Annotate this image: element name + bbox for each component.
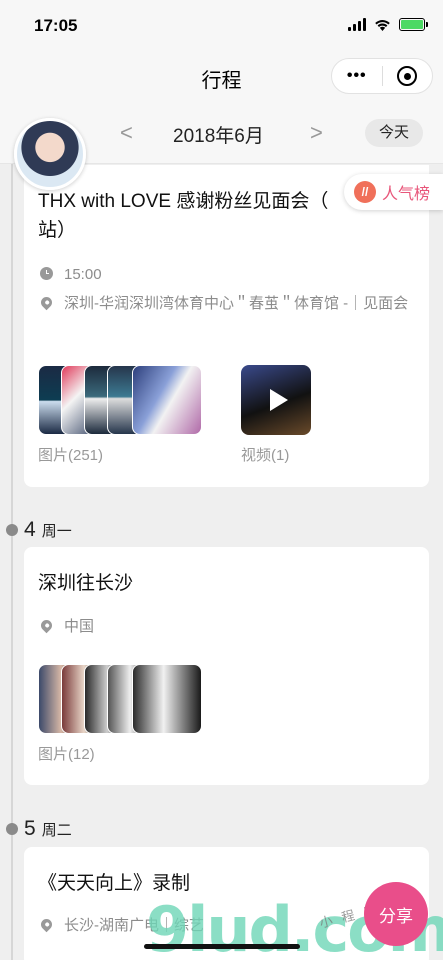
popularity-ranking-tab[interactable]: // 人气榜 <box>344 174 443 210</box>
home-indicator <box>144 944 300 949</box>
timeline-dot <box>6 524 18 536</box>
current-month: 2018年6月 <box>173 126 264 147</box>
location-pin-icon <box>38 617 54 634</box>
photo-thumbnail <box>132 365 202 435</box>
share-button[interactable]: 分享 <box>364 882 428 946</box>
more-menu-button[interactable]: ••• <box>332 67 382 85</box>
event-location: 深圳-华润深圳湾体育中心＂春茧＂体育馆 -｜见面会 <box>38 293 413 315</box>
event-title: 深圳往长沙 <box>38 573 134 594</box>
location-pin-icon <box>38 916 54 933</box>
close-mini-program-button[interactable] <box>382 66 432 86</box>
event-time-text: 15:00 <box>64 266 102 283</box>
day-marker: 5 周二 <box>6 817 72 841</box>
day-weekday: 周二 <box>41 821 72 839</box>
clock-icon <box>39 267 53 280</box>
location-pin-icon <box>38 294 54 311</box>
event-location-text: 中国 <box>64 618 95 635</box>
status-time: 17:05 <box>34 16 78 35</box>
wifi-icon <box>375 20 390 31</box>
status-icons <box>348 18 428 31</box>
today-button[interactable]: 今天 <box>365 119 423 147</box>
avatar[interactable] <box>14 118 86 190</box>
day-marker: 4 周一 <box>6 518 72 542</box>
event-time: 15:00 <box>38 264 413 286</box>
event-card[interactable]: 深圳往长沙 中国 图片(12) <box>24 547 429 785</box>
popularity-ranking-label: 人气榜 <box>382 186 431 203</box>
ranking-icon: // <box>354 181 376 203</box>
play-icon <box>269 389 288 411</box>
event-location: 中国 <box>38 616 413 638</box>
photo-stack[interactable] <box>38 365 202 435</box>
target-icon <box>397 66 418 86</box>
previous-month-button[interactable]: < <box>120 120 133 146</box>
event-location-text: 深圳-华润深圳湾体育中心＂春茧＂体育馆 -｜见面会 <box>64 295 409 312</box>
day-number: 4 <box>24 518 36 541</box>
event-card[interactable]: THX with LOVE 感谢粉丝见面会（ 站） 15:00 深圳-华润深圳湾… <box>24 165 429 487</box>
timeline-dot <box>6 823 18 835</box>
day-number: 5 <box>24 817 36 840</box>
status-bar: 17:05 <box>0 0 443 52</box>
signal-icon <box>348 18 366 31</box>
day-weekday: 周一 <box>41 522 72 540</box>
nav-bar: 行程 ••• <box>0 52 443 102</box>
battery-icon <box>399 18 428 31</box>
next-month-button[interactable]: > <box>310 120 323 146</box>
photo-thumbnail <box>132 664 202 734</box>
mini-program-capsule: ••• <box>331 58 433 94</box>
photos-count[interactable]: 图片(12) <box>38 743 95 764</box>
videos-count[interactable]: 视频(1) <box>241 444 289 465</box>
photos-count[interactable]: 图片(251) <box>38 444 103 465</box>
photo-stack[interactable] <box>38 664 202 734</box>
video-thumbnail[interactable] <box>241 365 311 435</box>
